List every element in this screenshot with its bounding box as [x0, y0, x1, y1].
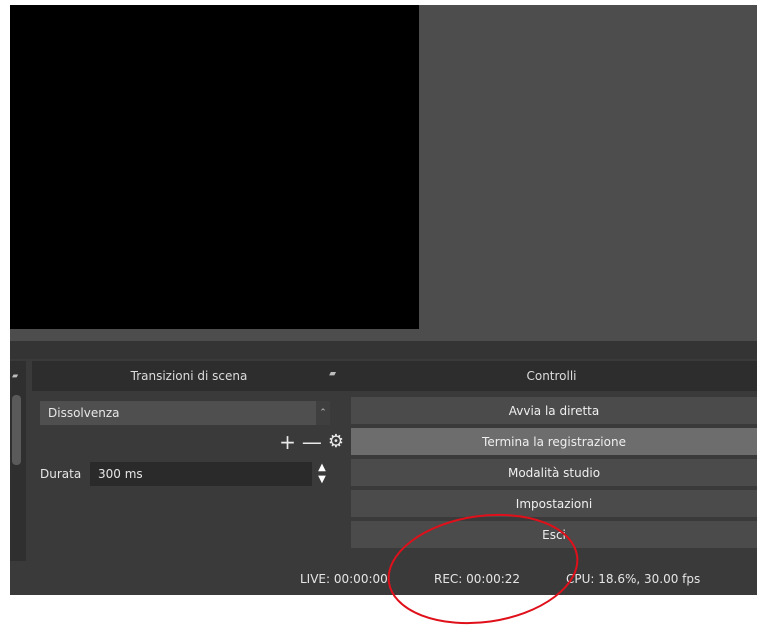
float-dock-icon[interactable]: ▰	[329, 369, 336, 379]
start-streaming-button[interactable]: Avvia la diretta	[351, 397, 757, 424]
status-bar: LIVE: 00:00:00 REC: 00:00:22 CPU: 18.6%,…	[10, 561, 757, 595]
plus-icon[interactable]: +	[279, 432, 296, 452]
chevron-up-icon[interactable]: ▲	[314, 462, 330, 474]
settings-button[interactable]: Impostazioni	[351, 490, 757, 517]
studio-mode-button[interactable]: Modalità studio	[351, 459, 757, 486]
dock-separator	[10, 341, 757, 359]
preview-area	[10, 5, 757, 341]
float-dock-icon[interactable]: ▰	[12, 371, 18, 380]
stop-recording-button[interactable]: Termina la registrazione	[351, 428, 757, 455]
button-label: Termina la registrazione	[482, 434, 626, 449]
transitions-title: Transizioni di scena	[130, 369, 248, 383]
program-preview	[10, 5, 419, 329]
transition-tools: + — ⚙	[279, 429, 344, 455]
duration-input[interactable]: 300 ms	[90, 462, 312, 486]
transition-select-value: Dissolvenza	[48, 406, 120, 420]
minus-icon[interactable]: —	[302, 432, 322, 452]
chevron-updown-icon[interactable]: ⌃	[316, 401, 330, 425]
button-label: Esci	[542, 527, 566, 542]
cpu-status: CPU: 18.6%, 30.00 fps	[566, 572, 701, 586]
controls-dock-title: Controlli	[346, 361, 757, 391]
controls-title: Controlli	[526, 369, 577, 383]
chevron-down-icon[interactable]: ▼	[314, 474, 330, 486]
scrollbar[interactable]	[12, 395, 21, 465]
scenes-dock-edge: ▰	[10, 361, 26, 561]
button-label: Impostazioni	[515, 496, 593, 511]
transitions-dock: Transizioni di scena ▰ Dissolvenza ⌃ + —…	[32, 361, 346, 561]
transition-select[interactable]: Dissolvenza	[40, 401, 330, 425]
duration-label: Durata	[40, 467, 82, 481]
transitions-dock-title: Transizioni di scena ▰	[32, 361, 346, 391]
obs-window: ▰ Transizioni di scena ▰ Dissolvenza ⌃ +…	[10, 5, 757, 595]
exit-button[interactable]: Esci	[351, 521, 757, 548]
controls-dock: Controlli Avvia la diretta Termina la re…	[346, 361, 757, 561]
gear-icon[interactable]: ⚙	[328, 432, 344, 452]
button-label: Modalità studio	[507, 465, 601, 480]
duration-stepper[interactable]: ▲ ▼	[314, 462, 330, 486]
live-status: LIVE: 00:00:00	[300, 572, 388, 586]
button-label: Avvia la diretta	[508, 403, 600, 418]
duration-value: 300 ms	[98, 467, 143, 481]
rec-status: REC: 00:00:22	[434, 572, 521, 586]
